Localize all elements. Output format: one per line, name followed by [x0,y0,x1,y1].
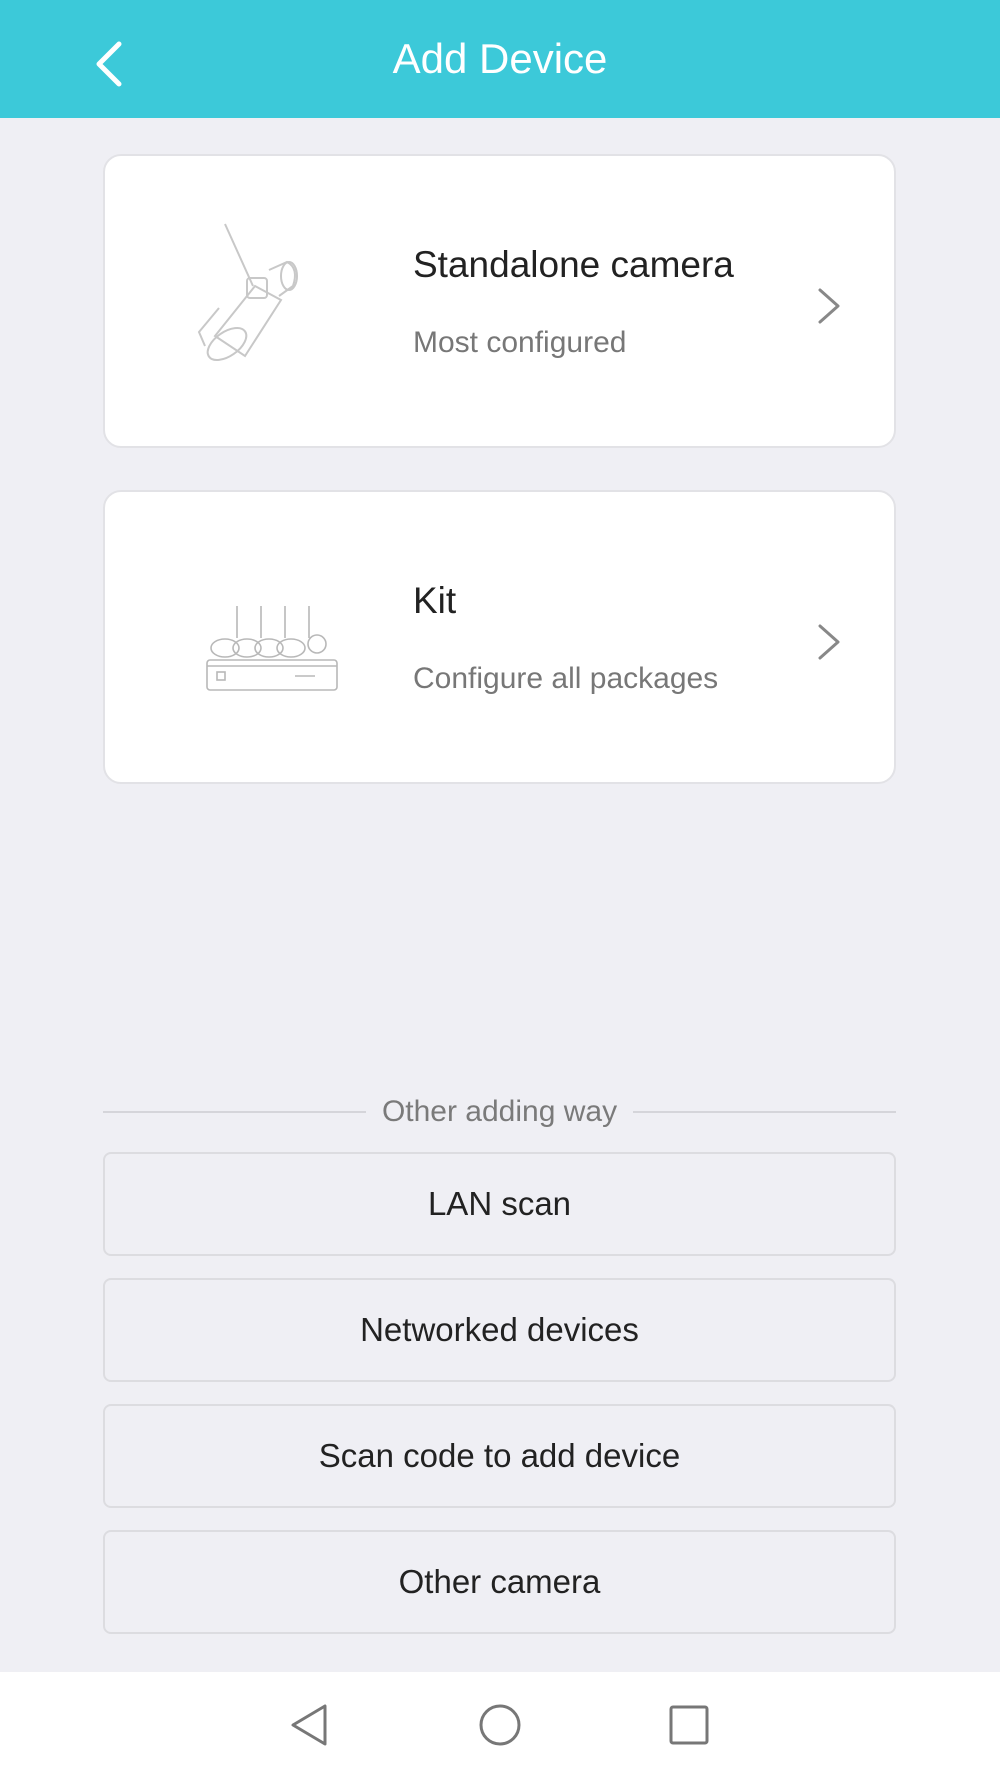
chevron-left-icon [96,41,122,87]
chevron-right-icon [818,288,840,324]
card-title: Standalone camera [413,244,734,285]
card-subtitle: Configure all packages [413,662,719,695]
camera-kit-image [206,606,338,691]
networked-devices-button[interactable]: Networked devices [103,1278,896,1382]
kit-card[interactable]: Kit Configure all packages [103,490,896,784]
divider-line [103,1111,366,1113]
recents-square-icon[interactable] [664,1700,714,1750]
standalone-camera-image [197,223,298,361]
chevron-right-icon [818,624,840,660]
section-heading: Other adding way [381,1095,618,1128]
standalone-camera-card[interactable]: Standalone camera Most configured [103,154,896,448]
back-triangle-icon[interactable] [285,1700,335,1750]
home-circle-icon[interactable] [475,1700,525,1750]
divider-line [633,1111,897,1113]
back-button[interactable] [86,36,130,92]
page-title: Add Device [392,35,608,82]
system-nav-bar [0,1672,1000,1778]
lan-scan-button[interactable]: LAN scan [103,1152,896,1256]
card-subtitle: Most configured [413,326,627,359]
scan-code-button[interactable]: Scan code to add device [103,1404,896,1508]
other-adding-divider: Other adding way [103,1088,897,1136]
header-bar: Add Device [0,0,1000,118]
card-title: Kit [413,580,457,621]
other-camera-button[interactable]: Other camera [103,1530,896,1634]
